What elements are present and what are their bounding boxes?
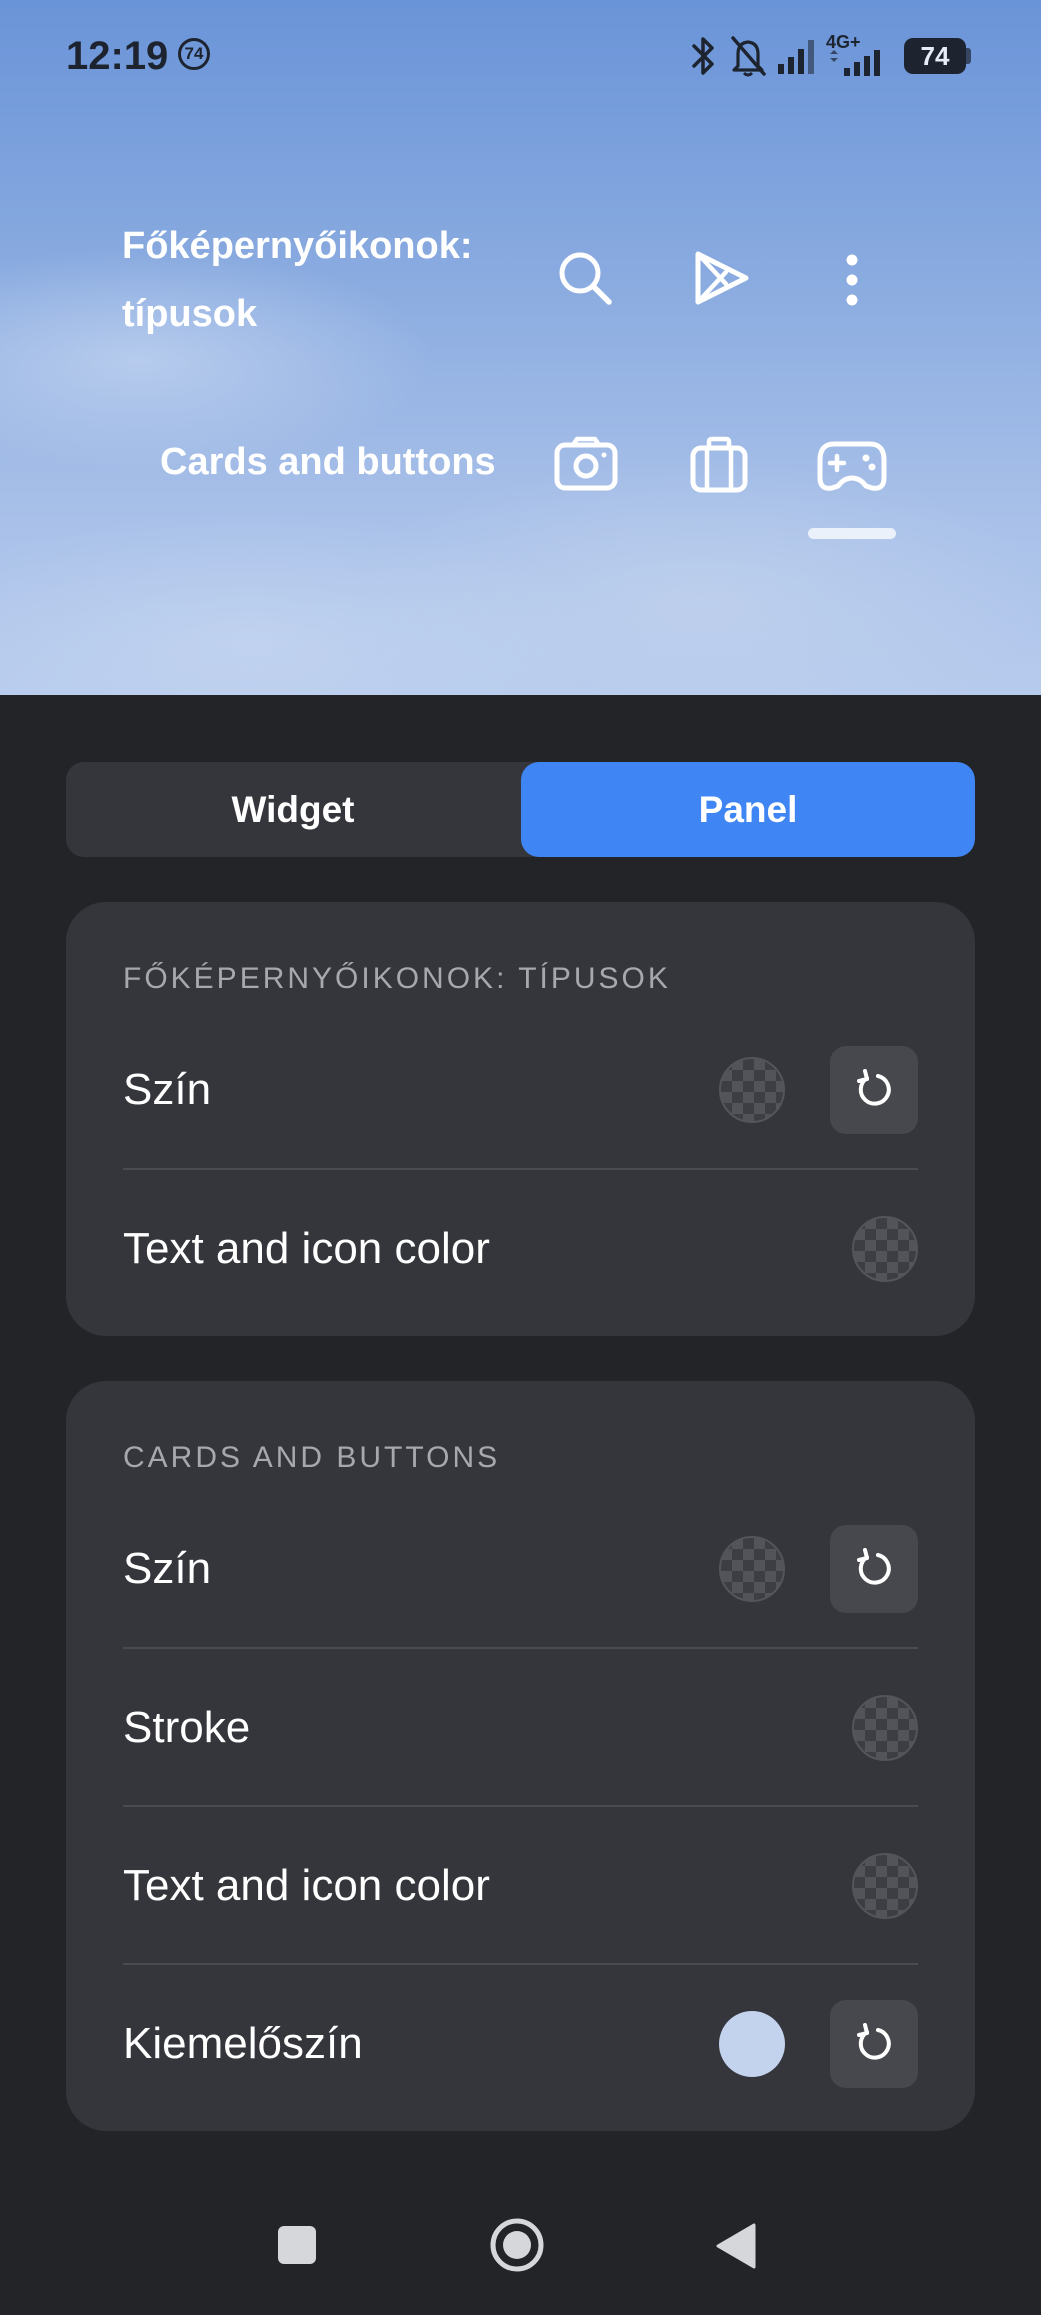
briefcase-icon[interactable]: [689, 436, 749, 494]
row-label: Szín: [123, 1544, 212, 1593]
reset-button[interactable]: [830, 1525, 918, 1613]
recents-square-icon[interactable]: [276, 2224, 318, 2266]
section-card-home-icons: FŐKÉPERNYŐIKONOK: TÍPUSOK Szín Text and …: [66, 902, 975, 1336]
reset-icon: [857, 2023, 891, 2060]
color-swatch[interactable]: [719, 1057, 785, 1123]
back-triangle-icon[interactable]: [714, 2222, 758, 2270]
setting-row-stroke[interactable]: Stroke: [123, 1649, 918, 1807]
highlight-color-swatch[interactable]: [719, 2011, 785, 2077]
mode-toggle: Widget Panel: [66, 762, 975, 857]
preview-title: Főképernyőikonok: típusok: [122, 225, 473, 335]
row-label: Text and icon color: [123, 1224, 490, 1273]
system-nav-bar: [0, 2190, 1041, 2315]
notification-badge: 74: [178, 38, 210, 70]
battery-tip: [966, 48, 971, 64]
bell-off-icon: [731, 36, 766, 77]
preview-cards-label: Cards and buttons: [160, 441, 496, 483]
reset-icon: [857, 1069, 891, 1106]
color-swatch[interactable]: [852, 1216, 918, 1282]
wallpaper-preview: 12:19 74 4G+ 74 Főképernyőikonok: típuso…: [0, 0, 1041, 695]
setting-row-text-icon-color[interactable]: Text and icon color: [123, 1807, 918, 1965]
row-label: Szín: [123, 1065, 212, 1114]
section-title: CARDS AND BUTTONS: [123, 1441, 501, 1474]
row-label: Stroke: [123, 1703, 251, 1752]
setting-row-color[interactable]: Szín: [123, 1490, 918, 1648]
color-swatch[interactable]: [852, 1695, 918, 1761]
play-store-icon[interactable]: [690, 248, 752, 308]
section-title: FŐKÉPERNYŐIKONOK: TÍPUSOK: [123, 962, 671, 995]
more-vert-icon[interactable]: [838, 252, 866, 308]
status-bar: 12:19 74 4G+ 74: [0, 0, 1041, 112]
reset-icon: [857, 1548, 891, 1585]
color-swatch[interactable]: [719, 1536, 785, 1602]
setting-row-text-icon-color[interactable]: Text and icon color: [123, 1170, 918, 1328]
home-circle-icon[interactable]: [488, 2216, 546, 2274]
tab-panel[interactable]: Panel: [521, 762, 975, 857]
search-icon[interactable]: [555, 248, 615, 308]
reset-button[interactable]: [830, 1046, 918, 1134]
tab-widget[interactable]: Widget: [66, 762, 520, 857]
setting-row-color[interactable]: Szín: [123, 1011, 918, 1169]
row-label: Kiemelőszín: [123, 2019, 363, 2068]
color-swatch[interactable]: [852, 1853, 918, 1919]
camera-icon[interactable]: [553, 436, 619, 492]
setting-row-highlight-color[interactable]: Kiemelőszín: [123, 1965, 918, 2123]
section-card-cards-buttons: CARDS AND BUTTONS Szín Stroke Text and i…: [66, 1381, 975, 2131]
gamepad-icon[interactable]: [816, 438, 888, 494]
signal-icon: [778, 40, 814, 74]
status-time: 12:19: [66, 34, 169, 78]
reset-button[interactable]: [830, 2000, 918, 2088]
signal-4g-icon: [830, 50, 880, 76]
row-label: Text and icon color: [123, 1861, 490, 1910]
battery-indicator: 74: [904, 38, 966, 74]
bluetooth-icon: [692, 37, 714, 75]
selected-tab-indicator: [808, 528, 896, 539]
